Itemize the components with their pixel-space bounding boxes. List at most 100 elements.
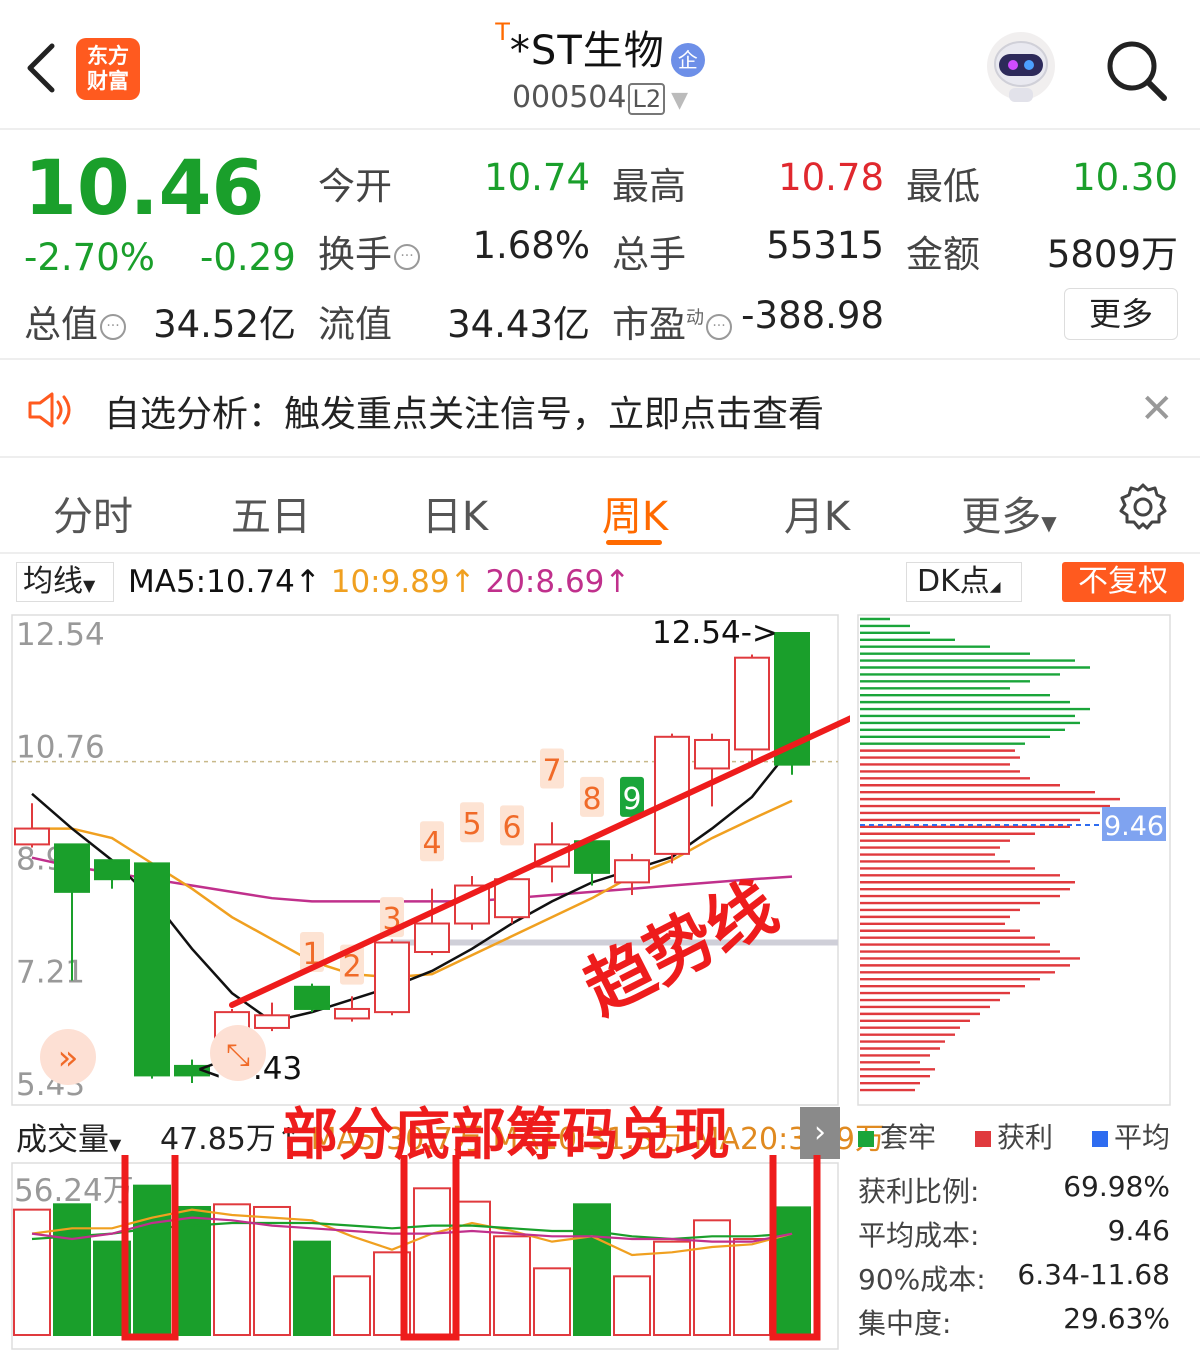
up-arrow-icon: ↑ <box>294 564 321 600</box>
divider <box>0 552 1200 554</box>
robot-assistant-icon[interactable] <box>985 30 1057 106</box>
pe-sup: 动 <box>686 307 704 329</box>
app-logo[interactable]: 东方 财富 <box>76 38 140 100</box>
stock-title-area[interactable]: T*ST生物企 <box>440 18 760 77</box>
info-icon[interactable]: ··· <box>394 243 420 270</box>
turnover-label: 换手 ··· <box>318 224 420 278</box>
signal-label: 8 <box>582 782 601 817</box>
signal-label: 5 <box>462 807 481 842</box>
signal-label: 6 <box>502 810 521 845</box>
ma-selector[interactable]: 均线▼ <box>16 562 114 602</box>
up-arrow-icon: ↑ <box>449 564 476 600</box>
float-label: 流值 <box>318 303 392 346</box>
mktcap-value: 34.52亿 <box>153 303 296 346</box>
ma10-value: 10:9.89 <box>330 564 450 600</box>
volume-bar <box>493 1235 531 1336</box>
tab-yuek[interactable]: 月K <box>772 484 862 542</box>
logo-line2: 财富 <box>87 69 129 93</box>
back-arrow-icon[interactable] <box>22 40 62 96</box>
change-amount: -0.29 <box>200 236 296 279</box>
profit-ratio-label: 获利比例: <box>858 1175 980 1208</box>
y-tick-label: 10.76 <box>16 730 105 766</box>
legend-average: 平均 <box>1092 1116 1170 1156</box>
tab-fenshi[interactable]: 分时 <box>48 484 138 542</box>
y-tick-label: 7.21 <box>16 954 85 990</box>
ma-selector-label: 均线 <box>23 564 83 599</box>
caret-down-icon: ▼ <box>1041 511 1057 535</box>
amount-value: 5809万 <box>1046 233 1178 276</box>
volume-bar <box>293 1240 331 1336</box>
volume-value: 55315 <box>766 224 884 267</box>
cost90-label: 90%成本: <box>858 1263 986 1296</box>
low-label: 最低 <box>906 165 980 208</box>
more-quote-button[interactable]: 更多 <box>1064 288 1178 340</box>
float-value: 34.43亿 <box>447 303 590 346</box>
corner-caret-icon: ◢ <box>989 579 1001 595</box>
volume-bar <box>13 1208 51 1337</box>
cost90-value: 6.34-11.68 <box>1017 1258 1170 1291</box>
title-sup: T <box>495 18 510 46</box>
concentration-value: 29.63% <box>1063 1302 1170 1335</box>
stock-code: 000504 <box>511 80 627 115</box>
up-arrow-icon: ↑ <box>604 564 631 600</box>
dk-selector-label: DK点 <box>917 564 990 599</box>
candle-body <box>734 656 770 751</box>
volume-selector[interactable]: 成交量▼ <box>16 1114 121 1159</box>
tab-wuri[interactable]: 五日 <box>226 484 316 542</box>
chevron-right-icon[interactable]: › <box>800 1107 840 1159</box>
dk-selector[interactable]: DK点◢ <box>906 562 1022 602</box>
volume-selector-label: 成交量 <box>16 1122 109 1158</box>
app-header: 东方 财富 T*ST生物企 000504 L2 ▼ <box>0 0 1200 130</box>
volume-chart: 56.24万 <box>11 1155 839 1350</box>
volume-bar <box>653 1240 691 1336</box>
change-percent: -2.70% <box>24 236 155 279</box>
candle-body <box>134 862 170 1077</box>
legend-swatch <box>1092 1131 1108 1147</box>
volume-bar <box>413 1187 451 1337</box>
tab-zhouk[interactable]: 周K <box>590 484 680 542</box>
y-tick-label: 12.54 <box>16 617 105 653</box>
info-icon[interactable]: ··· <box>706 313 732 340</box>
concentration-label: 集中度: <box>858 1307 952 1340</box>
low-value: 10.30 <box>1072 156 1178 199</box>
turnover-label-text: 换手 <box>318 233 392 276</box>
candle-body <box>94 859 130 881</box>
pe-label: 市盈动 ··· <box>612 294 732 348</box>
logo-line1: 东方 <box>87 44 129 68</box>
signal-label: 9 <box>622 782 641 817</box>
speaker-icon <box>28 392 71 428</box>
search-icon[interactable] <box>1104 38 1168 102</box>
avg-cost-label: 9.46 <box>1104 811 1164 842</box>
volume-bar <box>733 1237 771 1336</box>
signal-label: 7 <box>542 753 561 788</box>
legend-trapped: 套牢 <box>858 1116 936 1156</box>
candle-body <box>374 941 410 1014</box>
legend-profit-label: 获利 <box>997 1121 1054 1154</box>
stock-code-area[interactable]: 000504 L2 ▼ <box>440 80 760 120</box>
no-adjust-button[interactable]: 不复权 <box>1062 562 1184 602</box>
turnover-value: 1.68% <box>472 224 590 267</box>
candle-body <box>54 843 90 893</box>
double-chevron-glyph: » <box>58 1038 79 1078</box>
info-icon[interactable]: ··· <box>100 313 126 340</box>
kline-chart[interactable]: 12.5410.768.997.215.4312345678912.54-><-… <box>0 605 850 1110</box>
pe-value: -388.98 <box>741 294 884 337</box>
high-marker: 12.54-> <box>652 615 778 651</box>
candle-body <box>254 1014 290 1029</box>
tab-rik[interactable]: 日K <box>410 484 500 542</box>
volume-bar <box>573 1203 611 1336</box>
volume-bar <box>53 1203 91 1336</box>
mktcap-label: 总值 ··· <box>24 294 126 348</box>
gear-icon[interactable] <box>1118 482 1168 532</box>
candle-body <box>14 827 50 846</box>
stock-title: *ST生物 <box>509 28 665 74</box>
notice-text[interactable]: 自选分析：触发重点关注信号，立即点击查看 <box>104 385 824 437</box>
high-value: 10.78 <box>778 156 884 199</box>
tab-more-label: 更多 <box>961 494 1042 540</box>
level-badge: L2 <box>628 83 666 115</box>
candle-body <box>494 878 530 919</box>
open-label: 今开 <box>318 165 392 208</box>
legend-swatch <box>858 1131 874 1147</box>
tab-more[interactable]: 更多▼ <box>954 484 1064 542</box>
close-icon[interactable]: ✕ <box>1140 386 1174 432</box>
